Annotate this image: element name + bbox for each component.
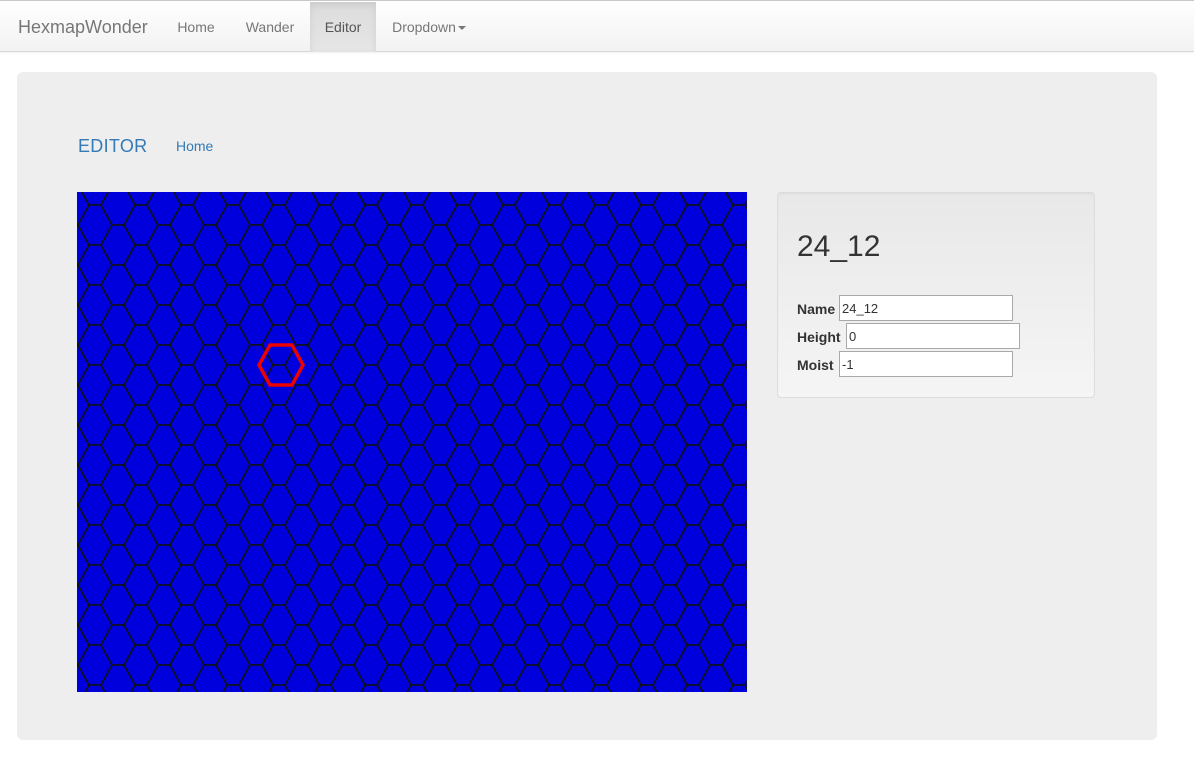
nav-dropdown-label: Dropdown [392, 19, 456, 35]
nav-dropdown[interactable]: Dropdown [376, 2, 482, 52]
nav-home[interactable]: Home [162, 2, 230, 52]
nav-wander[interactable]: Wander [230, 2, 310, 52]
name-label: Name [797, 301, 836, 317]
hex-info-panel: 24_12 Name Height Moist [777, 192, 1095, 398]
brand-link[interactable]: HexmapWonder [18, 17, 148, 38]
hex-id-heading: 24_12 [797, 230, 881, 263]
nav-editor[interactable]: Editor [310, 2, 376, 52]
hex-map[interactable] [77, 192, 747, 692]
name-input[interactable] [839, 295, 1013, 321]
subnav-home-link[interactable]: Home [176, 138, 213, 154]
editor-container: EDITOR Home 24_12 Name Height Moist [17, 72, 1157, 740]
top-navbar: HexmapWonder Home Wander Editor Dropdown [0, 0, 1194, 52]
hex-map-canvas[interactable] [77, 192, 747, 692]
height-label: Height [797, 329, 841, 345]
height-input[interactable] [846, 323, 1020, 349]
section-title[interactable]: EDITOR [78, 136, 147, 157]
moist-label: Moist [797, 357, 834, 373]
moist-input[interactable] [839, 351, 1013, 377]
caret-down-icon [457, 26, 466, 31]
